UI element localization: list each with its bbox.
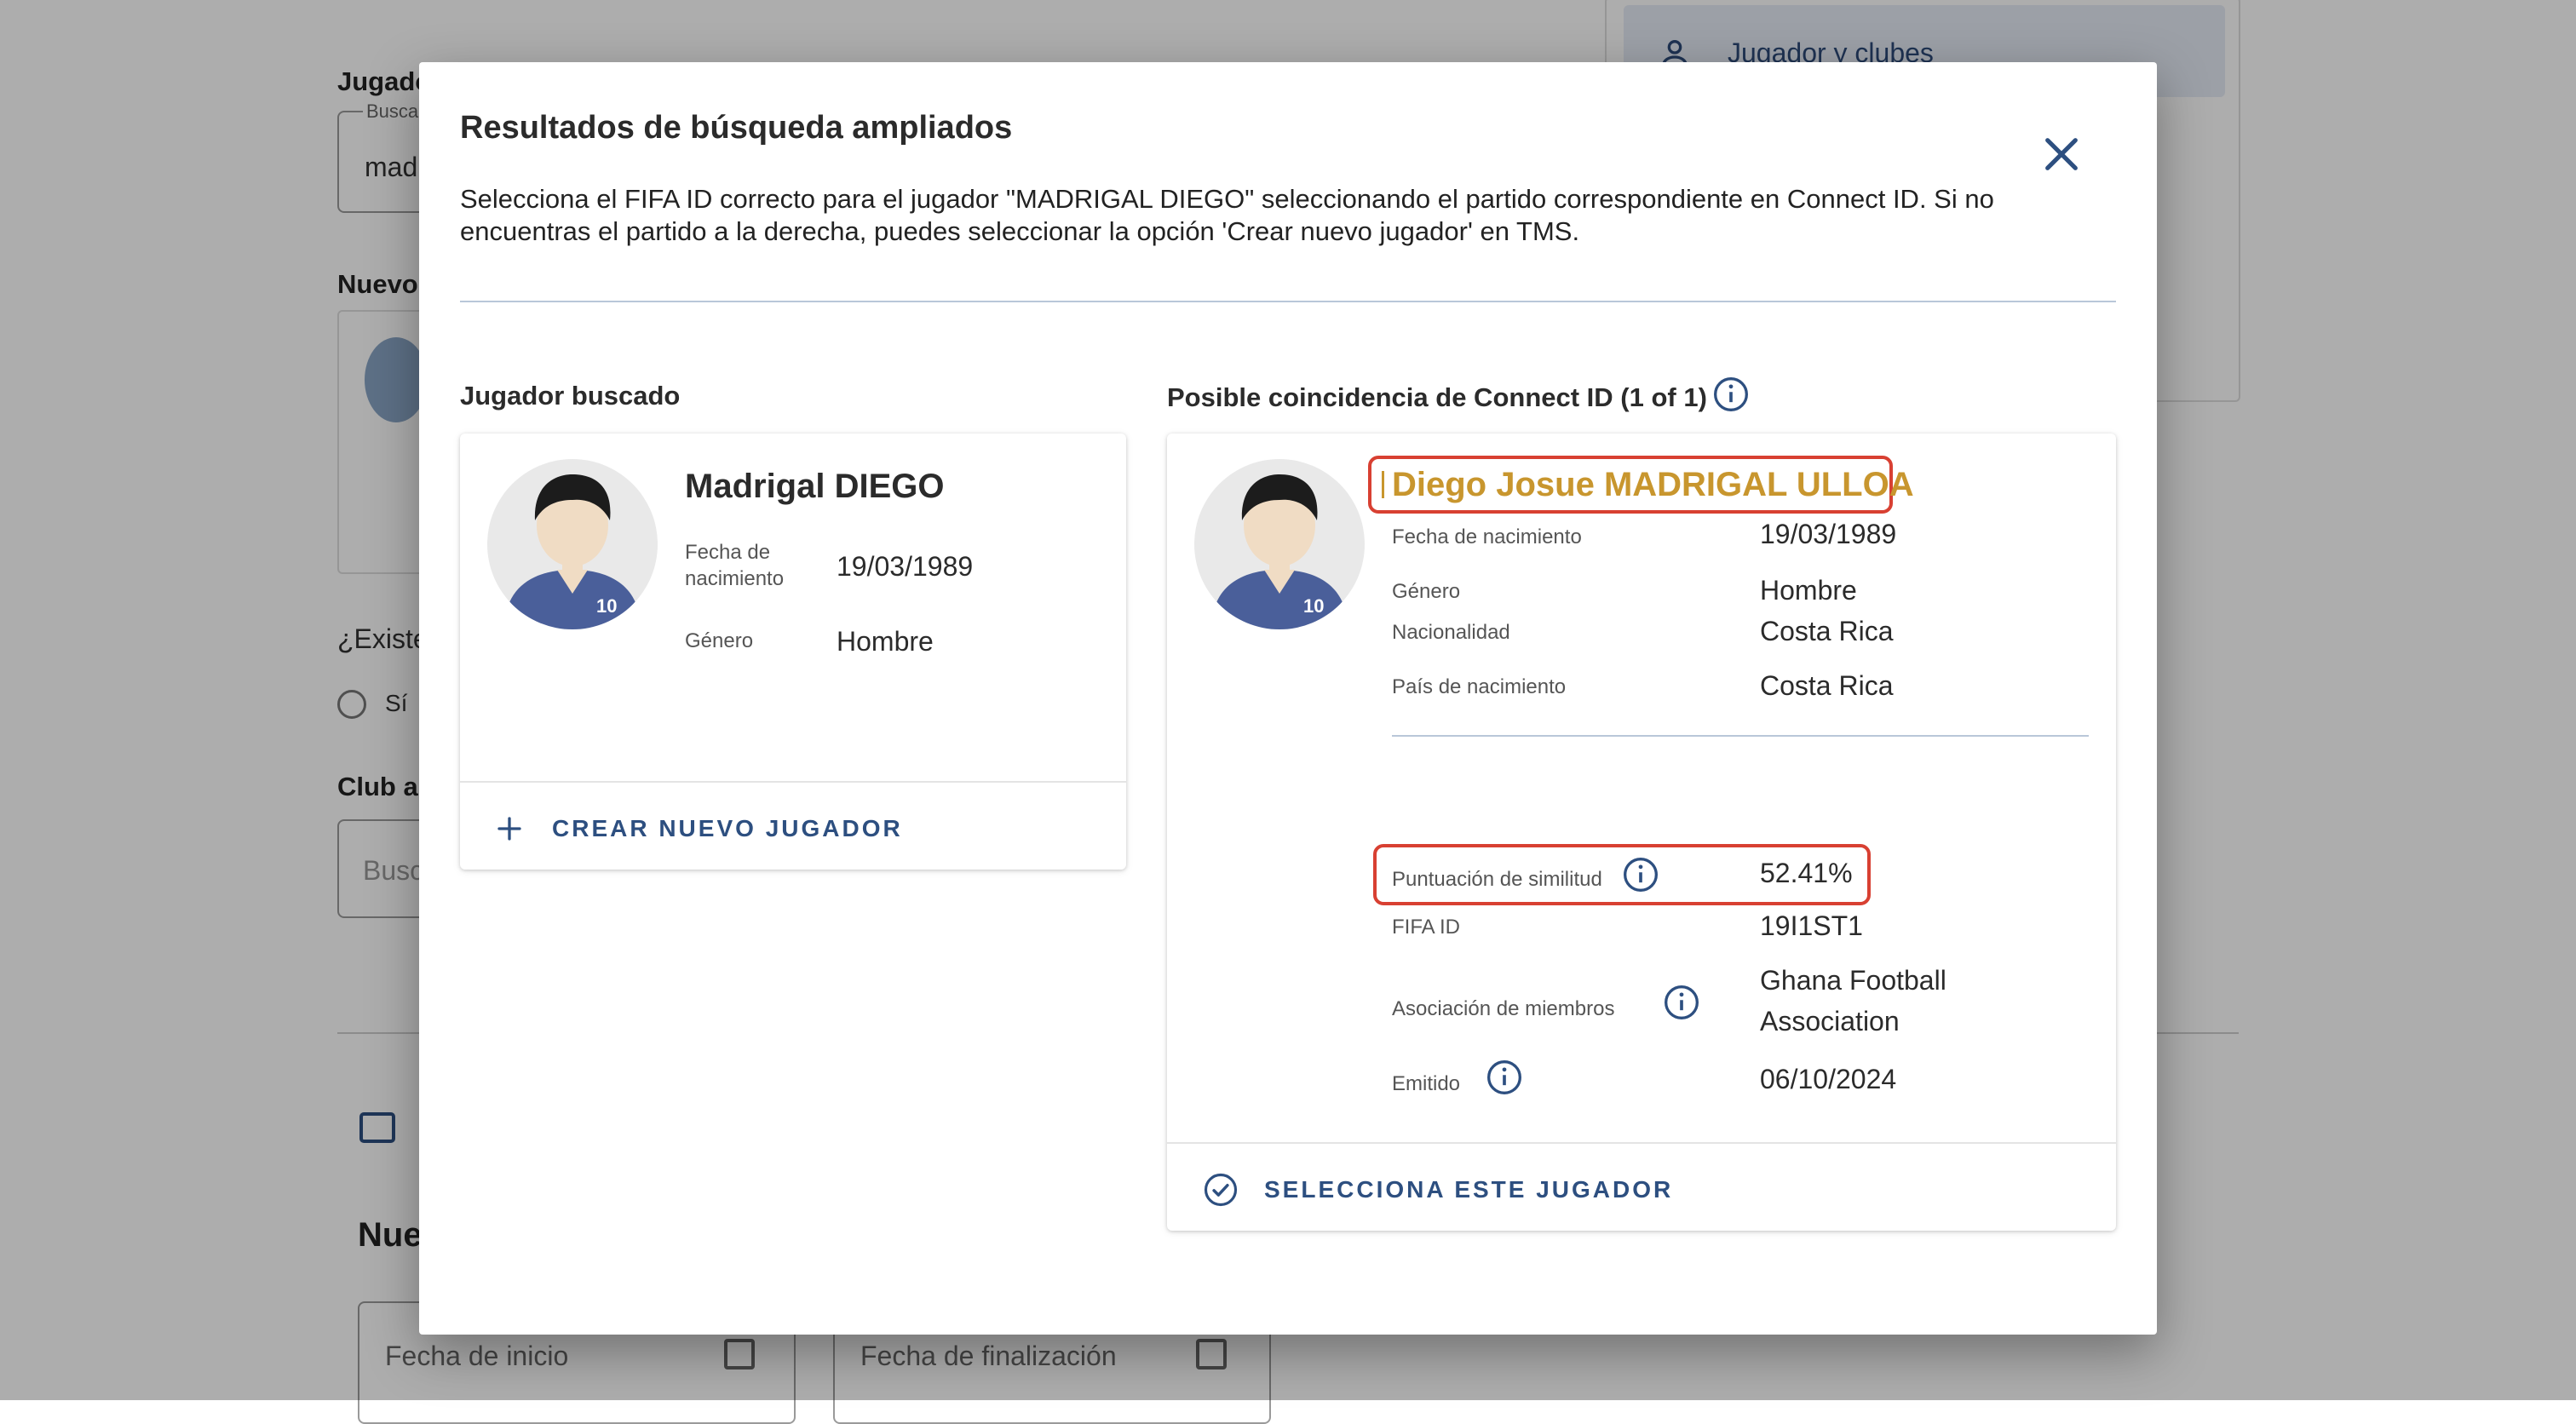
check-circle-icon <box>1204 1173 1238 1207</box>
dialog-divider <box>460 301 2116 302</box>
searched-player-card: 10 Madrigal DIEGO Fecha de nacimiento 19… <box>460 434 1126 870</box>
issued-value: 06/10/2024 <box>1760 1064 1897 1094</box>
birth-date-label: Fecha de nacimiento <box>685 541 785 590</box>
gender-label: Género <box>685 629 754 652</box>
search-results-dialog: Resultados de búsqueda ampliados Selecci… <box>419 62 2157 1335</box>
player-avatar: 10 <box>1194 459 1365 629</box>
member-association-label: Asociación de miembros <box>1392 997 1615 1020</box>
dialog-description: Selecciona el FIFA ID correcto para el j… <box>460 184 1994 246</box>
jersey-number: 10 <box>596 595 617 617</box>
select-this-player-button[interactable]: SELECCIONA ESTE JUGADOR <box>1203 1163 1673 1217</box>
birth-country-value: Costa Rica <box>1760 670 1894 701</box>
birth-date-value: 19/03/1989 <box>1760 519 1897 549</box>
match-heading: Posible coincidencia de Connect ID (1 of… <box>1167 382 1707 412</box>
nationality-value: Costa Rica <box>1760 616 1894 646</box>
close-icon[interactable] <box>2038 130 2085 178</box>
info-icon[interactable] <box>1663 984 1700 1021</box>
info-icon[interactable] <box>1622 856 1659 893</box>
select-this-player-label: SELECCIONA ESTE JUGADOR <box>1264 1176 1674 1203</box>
similarity-label: Puntuación de similitud <box>1392 868 1602 891</box>
birth-country-label: País de nacimiento <box>1392 675 1567 698</box>
plus-icon <box>497 817 521 841</box>
info-icon[interactable] <box>1712 376 1750 413</box>
nationality-label: Nacionalidad <box>1392 621 1510 644</box>
issued-label: Emitido <box>1392 1072 1461 1095</box>
searched-player-name: Madrigal DIEGO <box>685 468 945 505</box>
birth-date-value: 19/03/1989 <box>837 551 974 582</box>
gender-label: Género <box>1392 580 1461 603</box>
jersey-number: 10 <box>1303 595 1324 617</box>
details-divider <box>1392 735 2089 737</box>
fifa-id-label: FIFA ID <box>1392 916 1461 939</box>
create-new-player-label: CREAR NUEVO JUGADOR <box>552 815 903 841</box>
birth-date-label: Fecha de nacimiento <box>1392 525 1582 548</box>
player-avatar: 10 <box>487 459 658 629</box>
member-association-value: Ghana Football Association <box>1760 965 1946 1036</box>
match-player-card: 10 Diego Josue MADRIGAL ULLOA Fecha de n… <box>1167 434 2116 1231</box>
card-divider <box>1167 1142 2116 1144</box>
similarity-value: 52.41% <box>1760 858 1853 888</box>
card-divider <box>460 781 1126 783</box>
gender-value: Hombre <box>837 626 934 657</box>
match-player-name: Diego Josue MADRIGAL ULLOA <box>1392 466 1914 503</box>
info-icon[interactable] <box>1486 1059 1523 1096</box>
dialog-title: Resultados de búsqueda ampliados <box>460 110 1013 146</box>
text-cursor <box>1382 471 1384 498</box>
searched-player-heading: Jugador buscado <box>460 381 681 411</box>
fifa-id-value: 19I1ST1 <box>1760 910 1863 941</box>
create-new-player-button[interactable]: CREAR NUEVO JUGADOR <box>494 801 903 856</box>
gender-value: Hombre <box>1760 575 1857 606</box>
